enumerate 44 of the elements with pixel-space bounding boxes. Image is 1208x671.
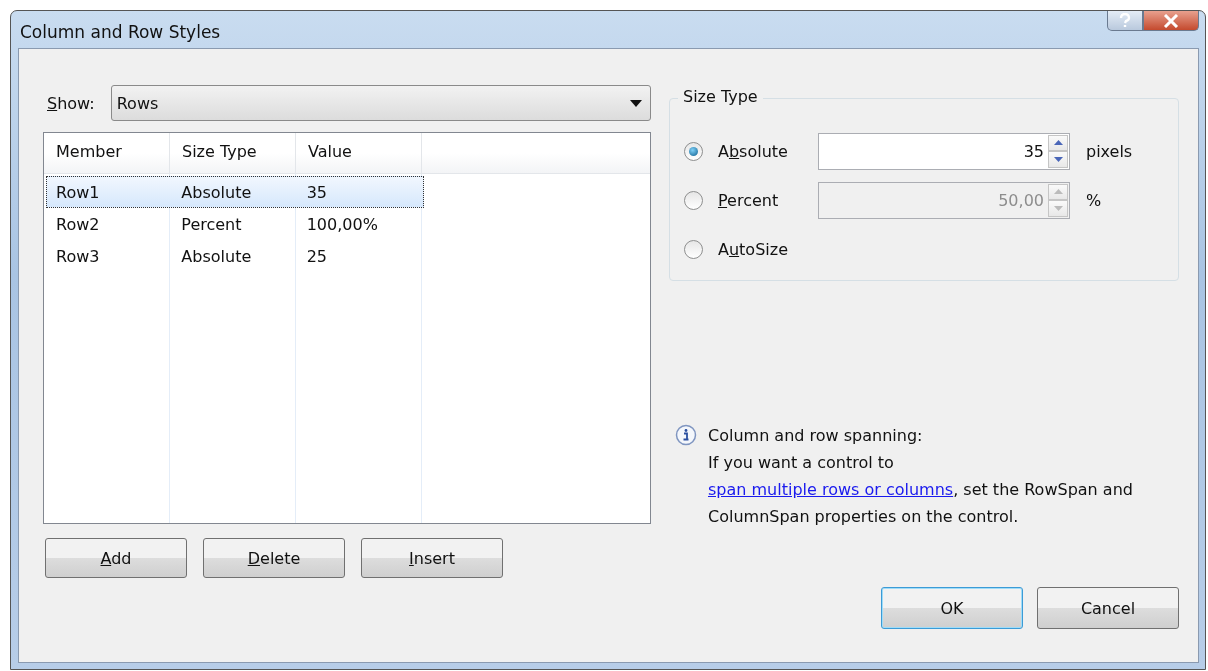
window-title: Column and Row Styles bbox=[19, 20, 221, 42]
number-spinner[interactable]: 35 bbox=[818, 132, 1070, 170]
info-heading: Column and row spanning: bbox=[708, 425, 924, 447]
show-dropdown[interactable]: Rows bbox=[110, 85, 651, 121]
up-arrow-icon bbox=[1053, 189, 1063, 195]
down-arrow-icon bbox=[1053, 156, 1063, 162]
close-icon bbox=[1163, 13, 1179, 28]
info-text: If you want a control to span multiple rows or columns, set the RowSpan and ColumnSpan properties on the control. bbox=[708, 452, 1134, 528]
group-title: Size Type bbox=[678, 87, 763, 106]
column-header[interactable]: Size Type bbox=[170, 133, 296, 173]
dialog-button[interactable]: OK bbox=[881, 587, 1023, 629]
list-row[interactable]: Row3 Absolute 25 bbox=[46, 240, 424, 272]
down-arrow-icon bbox=[1053, 205, 1063, 211]
column-header[interactable]: Value bbox=[296, 133, 422, 173]
radio-button[interactable] bbox=[684, 141, 703, 161]
info-icon bbox=[675, 424, 697, 446]
list-action-button[interactable]: Insert bbox=[361, 538, 503, 578]
table-cell-text: Row1 bbox=[55, 182, 101, 202]
table-cell-text: Absolute bbox=[180, 246, 253, 266]
list-action-button[interactable]: Add bbox=[45, 538, 187, 578]
table-cell-text: 35 bbox=[305, 182, 328, 202]
unit-label: % bbox=[1086, 190, 1102, 210]
column-header[interactable]: Member bbox=[44, 133, 170, 173]
radio-label[interactable]: Absolute bbox=[718, 141, 818, 161]
help-button[interactable] bbox=[1107, 11, 1143, 31]
table-cell-text: Row3 bbox=[55, 246, 101, 266]
unit-label: pixels bbox=[1086, 141, 1133, 161]
list-action-button[interactable]: Delete bbox=[203, 538, 345, 578]
dialog-button[interactable]: Cancel bbox=[1037, 587, 1179, 629]
table-cell-text: 100,00% bbox=[305, 214, 379, 234]
list-row[interactable]: Row1 Absolute 35 bbox=[46, 176, 424, 208]
radio-label[interactable]: AutoSize bbox=[718, 239, 818, 259]
radio-button[interactable] bbox=[684, 239, 703, 259]
table-cell-text: Percent bbox=[180, 214, 243, 234]
show-label: Show: bbox=[47, 93, 95, 113]
list-row[interactable]: Row2 Percent 100,00% bbox=[46, 208, 424, 240]
dropdown-arrow-icon bbox=[630, 99, 642, 107]
up-arrow-icon bbox=[1053, 140, 1063, 146]
help-link[interactable]: span multiple rows or columns bbox=[708, 480, 954, 499]
close-button[interactable] bbox=[1143, 11, 1199, 31]
help-icon bbox=[1118, 12, 1132, 29]
table-cell-text: Row2 bbox=[55, 214, 101, 234]
table-cell-text: Absolute bbox=[180, 182, 253, 202]
table-cell-text: 25 bbox=[305, 246, 328, 266]
